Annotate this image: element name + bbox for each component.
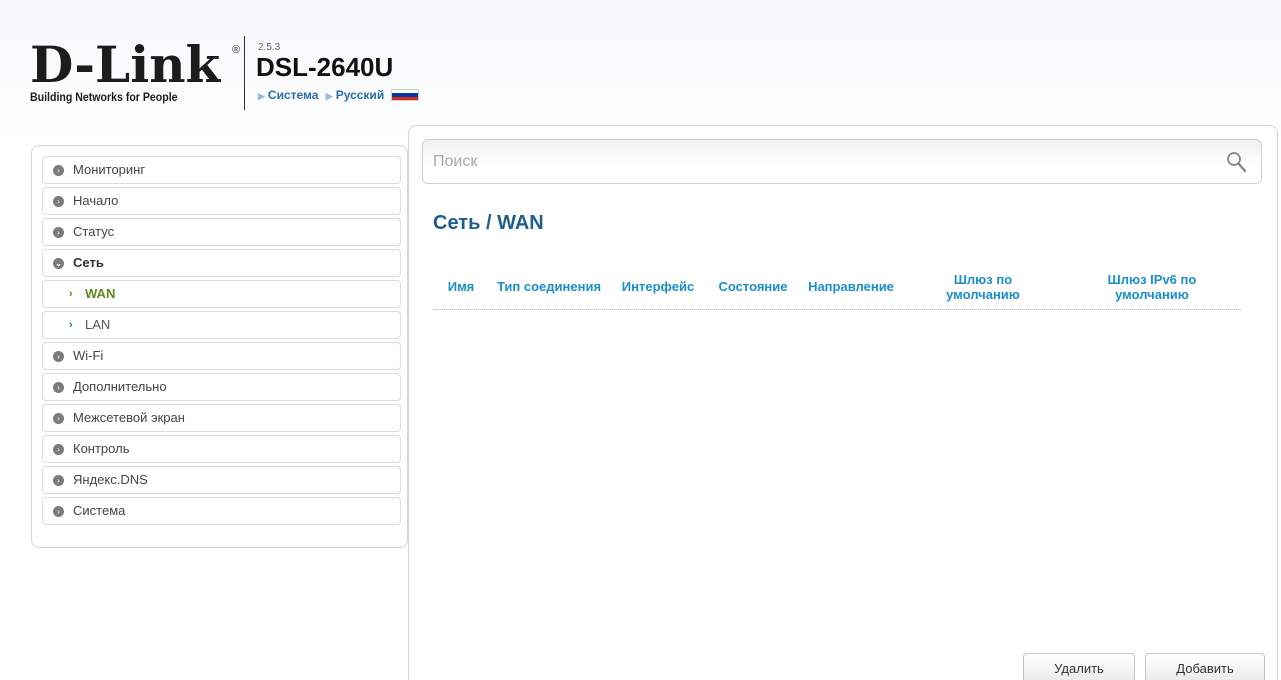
sidebar-item-label: Сеть bbox=[73, 255, 104, 270]
header-nav: ▶ Система ▶ Русский bbox=[258, 88, 419, 102]
column-header-interface[interactable]: Интерфейс bbox=[609, 279, 707, 294]
system-menu-link[interactable]: Система bbox=[268, 88, 319, 102]
table-header-row: Имя Тип соединения Интерфейс Состояние Н… bbox=[433, 264, 1241, 310]
sidebar-subitem-lan[interactable]: › LAN bbox=[42, 311, 401, 339]
wan-connections-table: Имя Тип соединения Интерфейс Состояние Н… bbox=[433, 264, 1241, 310]
column-header-name[interactable]: Имя bbox=[433, 279, 489, 294]
sidebar-item-network[interactable]: ⌄ Сеть bbox=[42, 249, 401, 277]
arrow-circle-icon: › bbox=[53, 227, 64, 238]
sidebar-item-label: Мониторинг bbox=[73, 162, 146, 177]
arrow-circle-icon: › bbox=[53, 413, 64, 424]
sidebar-item-label: Статус bbox=[73, 224, 115, 239]
arrow-circle-icon: › bbox=[53, 196, 64, 207]
delete-button[interactable]: Удалить bbox=[1023, 653, 1135, 680]
search-bar bbox=[422, 139, 1262, 184]
sidebar-item-label: Яндекс.DNS bbox=[73, 472, 148, 487]
sidebar-item-label: Дополнительно bbox=[73, 379, 167, 394]
column-header-connection-type[interactable]: Тип соединения bbox=[489, 279, 609, 294]
header-divider bbox=[244, 36, 245, 110]
sidebar-item-label: Начало bbox=[73, 193, 119, 208]
main-panel: Сеть / WAN Имя Тип соединения Интерфейс … bbox=[408, 125, 1278, 680]
language-menu-link[interactable]: Русский bbox=[336, 88, 385, 102]
sidebar-item-label: Система bbox=[73, 503, 126, 518]
arrow-circle-icon: › bbox=[53, 475, 64, 486]
search-icon[interactable] bbox=[1225, 150, 1249, 174]
chevron-right-icon: › bbox=[69, 288, 73, 300]
arrow-circle-icon: › bbox=[53, 506, 64, 517]
logo-text: D-Link bbox=[30, 35, 221, 94]
header: D-Link ® Building Networks for People 2.… bbox=[30, 36, 630, 116]
sidebar-item-start[interactable]: › Начало bbox=[42, 187, 401, 215]
chevron-right-icon: › bbox=[69, 319, 73, 331]
sidebar-item-status[interactable]: › Статус bbox=[42, 218, 401, 246]
sidebar-item-label: Контроль bbox=[73, 441, 130, 456]
registered-mark: ® bbox=[232, 44, 241, 56]
sidebar-item-advanced[interactable]: › Дополнительно bbox=[42, 373, 401, 401]
sidebar-item-label: Wi-Fi bbox=[73, 348, 104, 363]
column-header-default-gateway[interactable]: Шлюз по умолчанию bbox=[903, 272, 1063, 302]
sidebar-menu: › Мониторинг › Начало › Статус ⌄ Сеть › … bbox=[31, 145, 408, 548]
dlink-logo[interactable]: D-Link ® Building Networks for People bbox=[30, 40, 240, 110]
column-header-state[interactable]: Состояние bbox=[707, 279, 799, 294]
triangle-right-icon: ▶ bbox=[325, 91, 333, 101]
sidebar-item-wifi[interactable]: › Wi-Fi bbox=[42, 342, 401, 370]
arrow-circle-down-icon: ⌄ bbox=[53, 258, 64, 269]
search-input[interactable] bbox=[433, 150, 1203, 174]
arrow-circle-icon: › bbox=[53, 165, 64, 176]
logo-tagline: Building Networks for People bbox=[30, 92, 178, 104]
sidebar-item-label: Межсетевой экран bbox=[73, 410, 185, 425]
sidebar-item-firewall[interactable]: › Межсетевой экран bbox=[42, 404, 401, 432]
russian-flag-icon[interactable] bbox=[390, 89, 419, 101]
arrow-circle-icon: › bbox=[53, 351, 64, 362]
triangle-right-icon: ▶ bbox=[258, 91, 265, 101]
arrow-circle-icon: › bbox=[53, 382, 64, 393]
sidebar-subitem-wan[interactable]: › WAN bbox=[42, 280, 401, 308]
sidebar-item-control[interactable]: › Контроль bbox=[42, 435, 401, 463]
sidebar-item-label: LAN bbox=[85, 317, 111, 332]
sidebar-item-system[interactable]: › Система bbox=[42, 497, 401, 525]
sidebar-item-yandex-dns[interactable]: › Яндекс.DNS bbox=[42, 466, 401, 494]
arrow-circle-icon: › bbox=[53, 444, 64, 455]
column-header-ipv6-default-gateway[interactable]: Шлюз IPv6 по умолчанию bbox=[1063, 272, 1241, 302]
device-model: DSL-2640U bbox=[256, 52, 394, 82]
page-title: Сеть / WAN bbox=[433, 212, 544, 234]
add-button[interactable]: Добавить bbox=[1145, 653, 1265, 680]
sidebar-item-label: WAN bbox=[85, 286, 116, 301]
column-header-direction[interactable]: Направление bbox=[799, 279, 903, 294]
sidebar-item-monitoring[interactable]: › Мониторинг bbox=[42, 156, 401, 184]
